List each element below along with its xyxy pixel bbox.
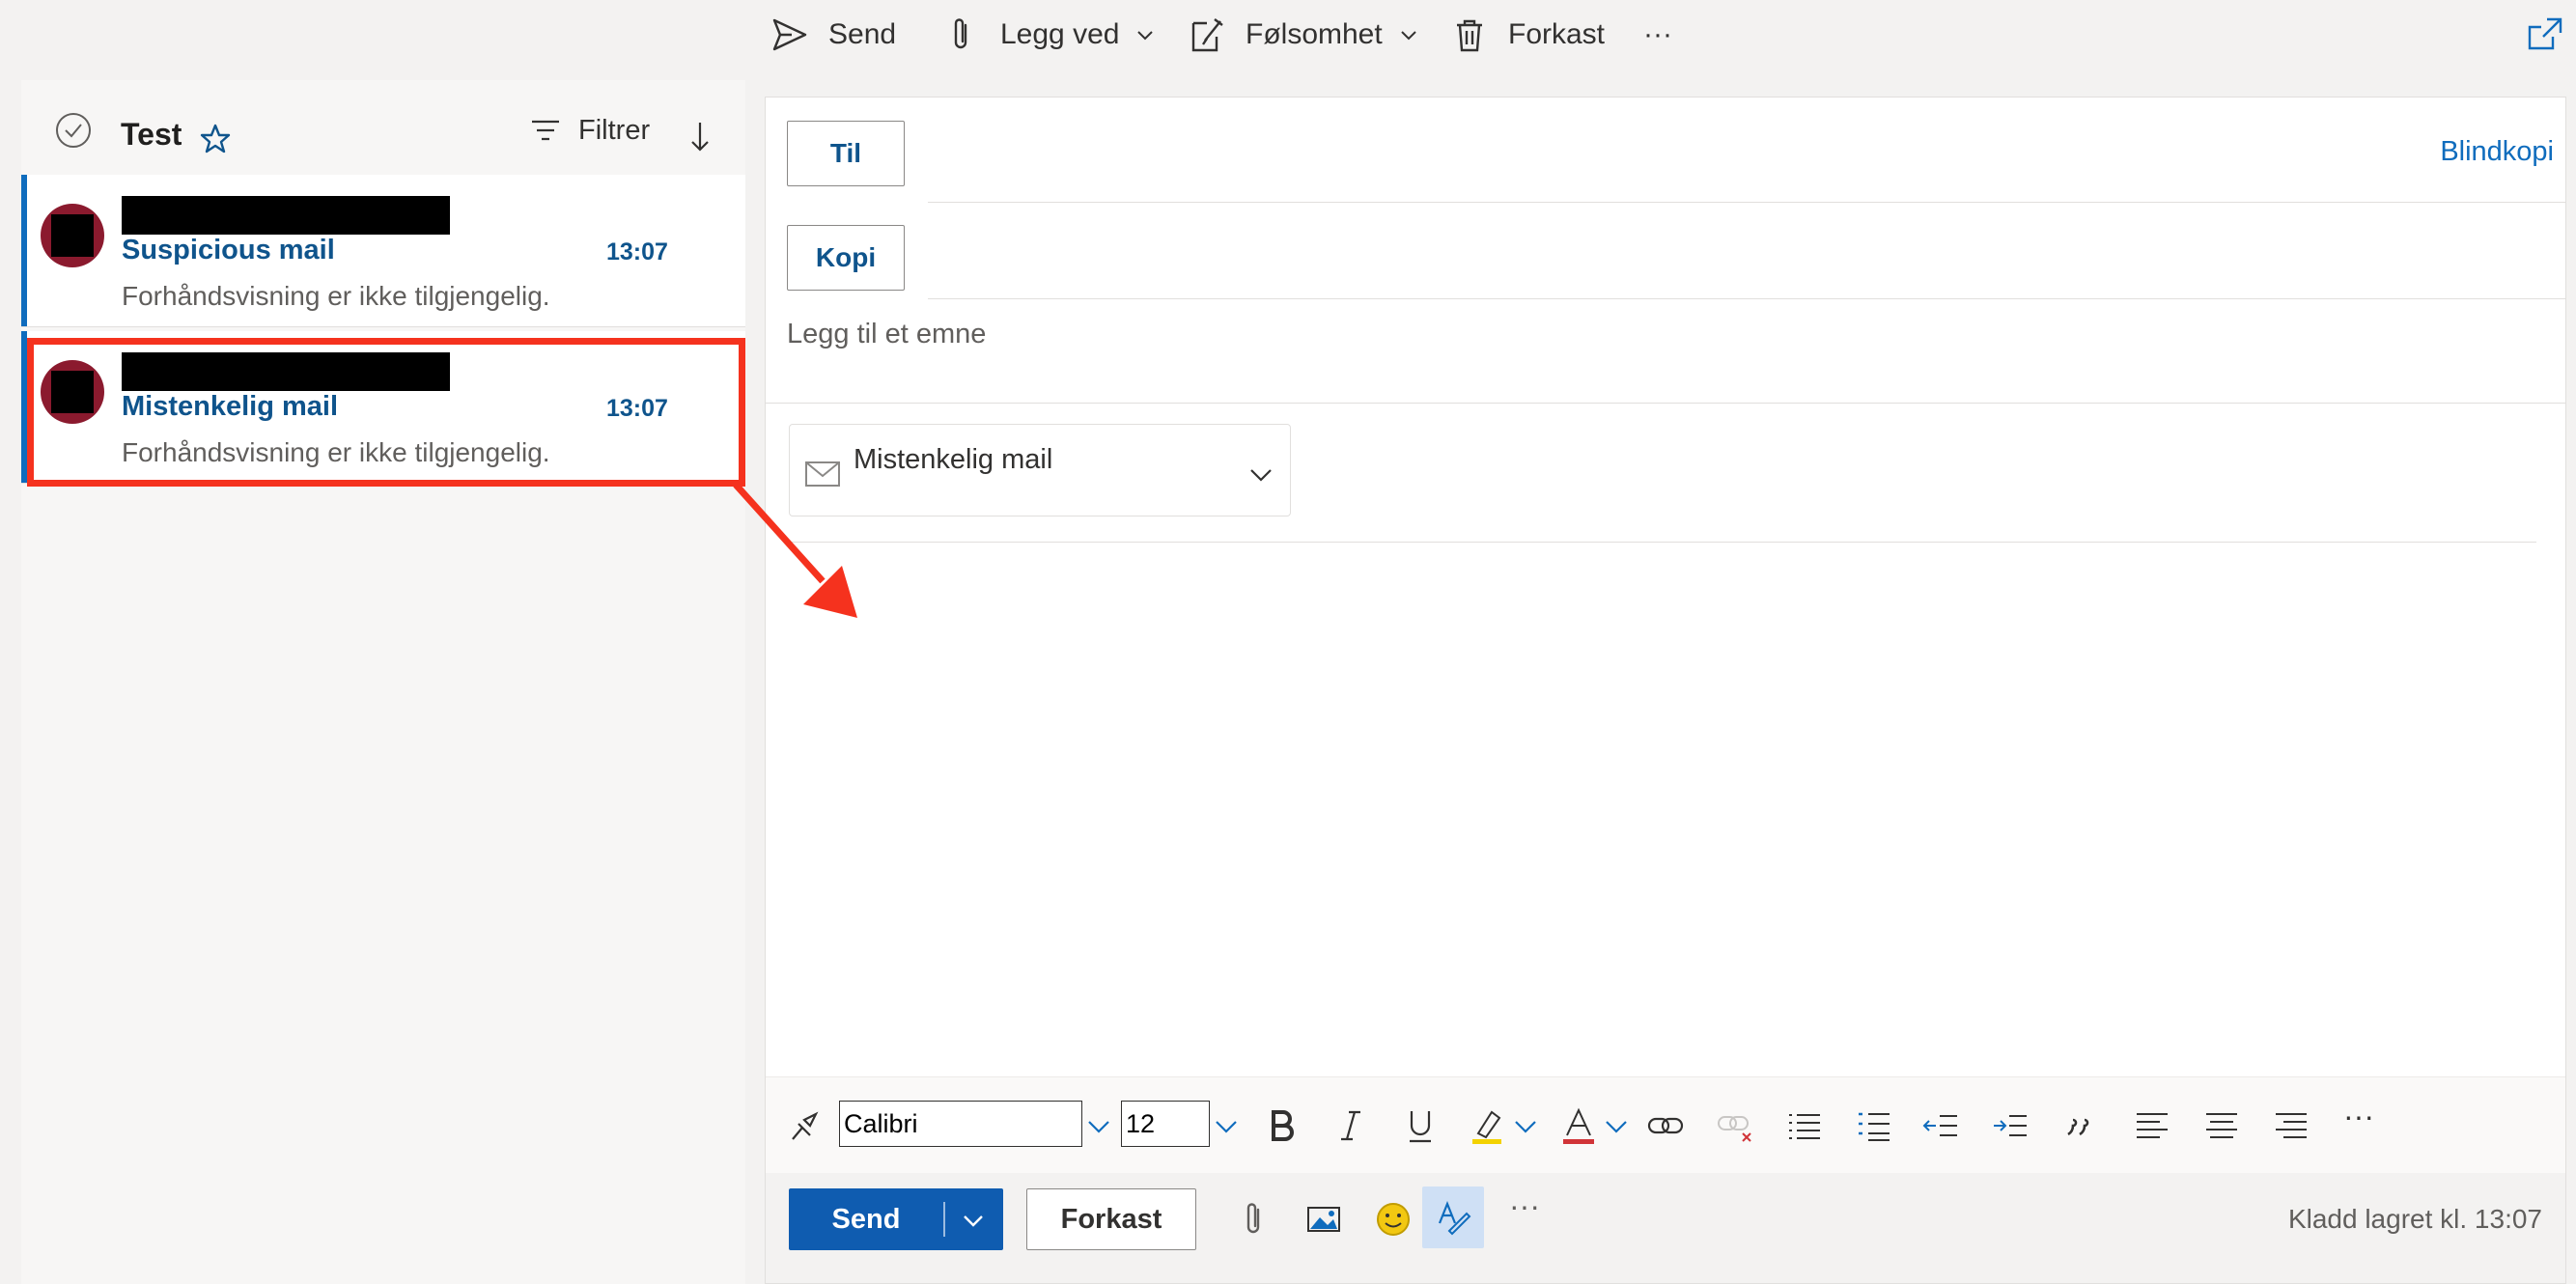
sensitivity-command-label: Følsomhet: [1246, 18, 1383, 50]
discard-button[interactable]: Forkast: [1026, 1188, 1196, 1250]
message-item[interactable]: Mistenkelig mail 13:07 Forhåndsvisning e…: [21, 331, 745, 484]
font-color-icon[interactable]: [1559, 1106, 1598, 1145]
outdent-icon[interactable]: [1922, 1106, 1961, 1145]
attachment-name: Mistenkelig mail: [854, 444, 1053, 475]
send-button-label: Send: [831, 1203, 901, 1235]
align-right-icon[interactable]: [2272, 1106, 2310, 1145]
emoji-icon[interactable]: [1374, 1200, 1413, 1239]
send-icon: [772, 18, 807, 51]
discard-command-label: Forkast: [1508, 18, 1606, 50]
chevron-down-icon[interactable]: [961, 1208, 986, 1233]
send-command-label: Send: [828, 18, 897, 50]
redaction-block: [51, 371, 94, 413]
trash-icon: [1457, 19, 1482, 52]
cc-button[interactable]: Kopi: [787, 225, 905, 291]
paperclip-icon[interactable]: [1235, 1200, 1274, 1239]
folder-title: Test: [121, 117, 182, 152]
send-split-divider: [943, 1202, 945, 1237]
sensitivity-icon: [1191, 18, 1223, 52]
attach-command-label: Legg ved: [1000, 18, 1120, 50]
cc-input[interactable]: [928, 225, 2473, 291]
chevron-down-icon[interactable]: [1084, 1106, 1113, 1145]
filter-button[interactable]: Filtrer: [528, 113, 650, 148]
unread-indicator: [21, 175, 27, 326]
sensitivity-command[interactable]: Følsomhet: [1188, 0, 1419, 70]
message-list-header: Test Filtrer: [21, 80, 745, 175]
to-button[interactable]: Til: [787, 121, 905, 186]
font-size-input[interactable]: 12: [1121, 1101, 1210, 1147]
unlink-icon[interactable]: [1716, 1106, 1754, 1145]
attachment-divider: [789, 542, 2536, 543]
chevron-down-icon: [1137, 31, 1154, 41]
message-time: 13:07: [606, 395, 668, 422]
compose-pane: Til Blindkopi Kopi Mistenkelig mail Cali…: [765, 97, 2566, 1284]
subject-divider: [766, 403, 2565, 404]
popout-icon[interactable]: [2526, 15, 2564, 54]
chevron-down-icon[interactable]: [1511, 1106, 1540, 1145]
italic-icon[interactable]: [1331, 1106, 1370, 1145]
to-divider: [928, 202, 2565, 203]
compose-action-bar: Send Forkast ··· Kladd lagret kl. 13:07: [766, 1173, 2565, 1283]
sender-redaction: [122, 196, 450, 235]
align-left-icon[interactable]: [2133, 1106, 2171, 1145]
editor-icon: [1438, 1201, 1471, 1236]
link-icon[interactable]: [1646, 1106, 1685, 1145]
send-command[interactable]: Send: [770, 0, 896, 70]
unread-indicator: [21, 331, 27, 483]
command-bar: Send Legg ved Følsomhet Forkast ···: [0, 0, 2576, 70]
draft-status: Kladd lagret kl. 13:07: [2287, 1204, 2542, 1234]
avatar: [41, 360, 104, 424]
mail-icon: [805, 461, 840, 487]
chevron-down-icon: [1400, 31, 1416, 41]
formatting-toolbar: Calibri 12 ···: [766, 1076, 2565, 1173]
check-circle-icon[interactable]: [54, 111, 93, 150]
numbering-icon[interactable]: [1855, 1106, 1893, 1145]
cc-divider: [928, 298, 2565, 299]
attachment-card[interactable]: Mistenkelig mail: [789, 424, 1291, 516]
image-icon[interactable]: [1304, 1200, 1343, 1239]
format-painter-icon[interactable]: [785, 1106, 824, 1145]
chevron-down-icon[interactable]: [1602, 1106, 1631, 1145]
filter-icon: [532, 120, 559, 141]
chevron-down-icon[interactable]: [1247, 461, 1274, 488]
message-preview: Forhåndsvisning er ikke tilgjengelig.: [122, 437, 550, 467]
send-button[interactable]: Send: [789, 1188, 1003, 1250]
bold-icon[interactable]: [1262, 1106, 1301, 1145]
message-list-pane: Test Filtrer Suspicious mail 13:07 Forhå…: [21, 80, 745, 1284]
underline-icon[interactable]: [1401, 1106, 1440, 1145]
star-icon[interactable]: [199, 123, 232, 155]
sort-arrow-icon[interactable]: [686, 119, 714, 154]
message-time: 13:07: [606, 238, 668, 265]
to-input[interactable]: [928, 121, 2473, 186]
highlight-icon[interactable]: [1469, 1106, 1507, 1145]
subject-input[interactable]: [787, 310, 2525, 358]
message-preview: Forhåndsvisning er ikke tilgjengelig.: [122, 281, 550, 311]
bullets-icon[interactable]: [1785, 1106, 1824, 1145]
message-body[interactable]: [766, 551, 2565, 1073]
quote-icon[interactable]: [2059, 1106, 2098, 1145]
attach-command[interactable]: Legg ved: [942, 0, 1156, 70]
align-center-icon[interactable]: [2202, 1106, 2241, 1145]
message-item[interactable]: Suspicious mail 13:07 Forhåndsvisning er…: [21, 175, 745, 327]
more-commands-label: ···: [1643, 18, 1672, 50]
message-subject: Suspicious mail: [122, 235, 335, 265]
paperclip-icon: [954, 18, 967, 49]
more-formatting-button[interactable]: ···: [2343, 1099, 2392, 1137]
font-name-input[interactable]: Calibri: [839, 1101, 1082, 1147]
indent-icon[interactable]: [1992, 1106, 2030, 1145]
redaction-block: [51, 214, 94, 257]
more-commands-button[interactable]: ···: [1643, 0, 1672, 70]
more-actions-button[interactable]: ···: [1509, 1188, 1557, 1227]
filter-label: Filtrer: [578, 114, 651, 146]
discard-command[interactable]: Forkast: [1450, 0, 1605, 70]
editor-button[interactable]: [1422, 1186, 1484, 1248]
chevron-down-icon[interactable]: [1212, 1106, 1241, 1145]
sender-redaction: [122, 352, 450, 391]
message-subject: Mistenkelig mail: [122, 391, 339, 422]
avatar: [41, 204, 104, 267]
bcc-link[interactable]: Blindkopi: [2440, 136, 2554, 168]
